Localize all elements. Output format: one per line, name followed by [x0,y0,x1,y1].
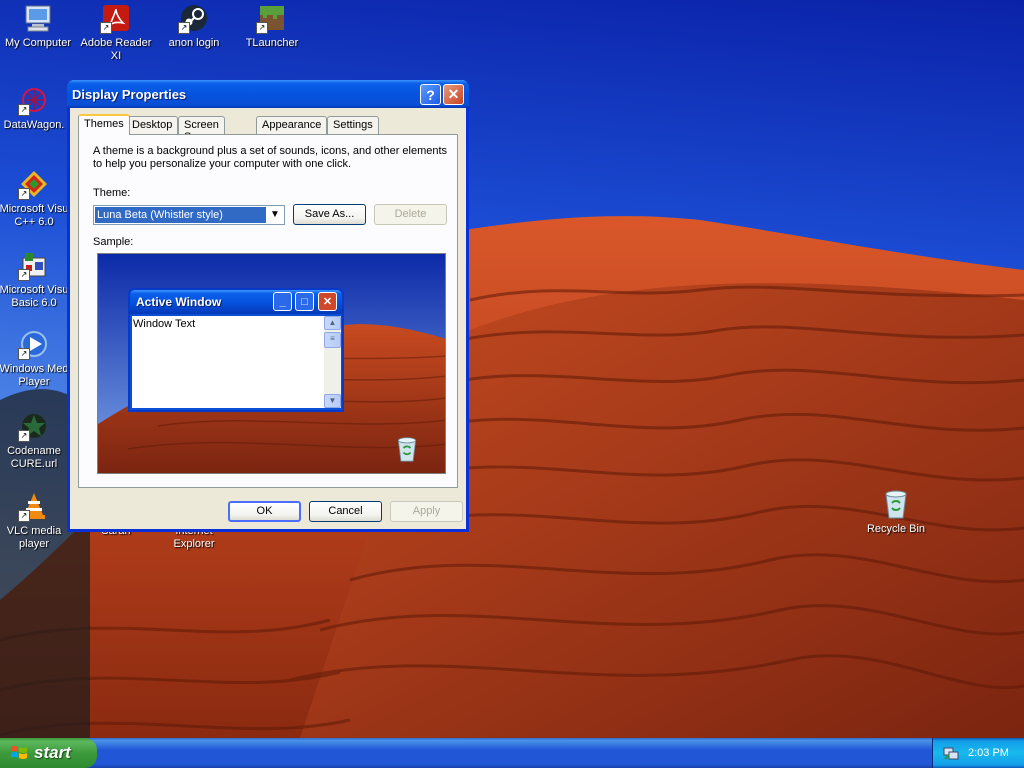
sample-window-body: Window Text [132,316,324,408]
theme-sample-preview: Active Window _ □ ✕ Window Text ▲ ≡ ▼ [97,253,446,474]
desktop-icon-label: DataWagon. [3,119,65,131]
display-properties-dialog: Display Properties ? ✕ Themes Desktop Sc… [67,80,469,532]
start-label: start [34,743,71,762]
ok-button[interactable]: OK [228,501,301,522]
scroll-up-icon: ▲ [324,316,341,330]
sample-window-title: Active Window [136,295,222,309]
theme-select-value: Luna Beta (Whistler style) [95,207,266,223]
tab-desktop[interactable]: Desktop [126,116,179,134]
desktop-icon-tlauncher[interactable]: ↗ TLauncher [234,2,310,50]
help-button[interactable]: ? [420,84,441,105]
desktop-icon-vlc[interactable]: ↗ VLC media player [0,490,72,551]
media-player-icon: ↗ [18,328,50,360]
apply-button[interactable]: Apply [390,501,463,522]
desktop-icon-label: Microsoft Visu Basic 6.0 [0,284,69,309]
chevron-down-icon[interactable]: ▼ [267,207,283,223]
desktop-icon-label: Microsoft Visu C++ 6.0 [0,203,69,228]
tab-appearance[interactable]: Appearance [256,116,328,134]
desktop-icon-my-computer[interactable]: My Computer [0,2,76,50]
desktop-icon-label: Recycle Bin [866,523,926,535]
desktop-icon-anon-login[interactable]: ↗ anon login [156,2,232,50]
start-button[interactable]: start [0,738,97,768]
close-button[interactable]: ✕ [443,84,464,105]
clock[interactable]: 2:03 PM [968,747,1009,759]
close-icon: ✕ [318,292,337,311]
taskbar: start 2:03 PM [0,738,1024,768]
dialog-titlebar[interactable]: Display Properties ? ✕ [67,80,469,108]
tab-settings[interactable]: Settings [327,116,379,134]
dialog-title: Display Properties [72,87,187,102]
close-icon: ✕ [447,86,460,102]
desktop-icon-label: My Computer [4,37,72,49]
sample-scrollbar: ▲ ≡ ▼ [324,316,341,408]
desktop-icon-codename-cure[interactable]: ↗ Codename CURE.url [0,410,72,471]
codename-cure-icon: ↗ [18,410,50,442]
desktop-icon-label: Windows Med Player [0,363,69,388]
theme-label: Theme: [93,187,131,199]
delete-button[interactable]: Delete [374,204,447,225]
tab-screen-saver[interactable]: Screen Saver [178,116,225,143]
windows-flag-icon [11,746,27,759]
sample-label: Sample: [93,236,134,248]
sample-window-titlebar: Active Window _ □ ✕ [130,290,342,314]
scroll-thumb: ≡ [324,332,341,348]
save-as-button[interactable]: Save As... [293,204,366,225]
visual-cpp-icon: ↗ [18,168,50,200]
theme-select[interactable]: Luna Beta (Whistler style) ▼ [93,205,285,225]
desktop-icon-windows-media-player[interactable]: ↗ Windows Med Player [0,328,72,389]
maximize-icon: □ [295,292,314,311]
themes-tab-panel: A theme is a background plus a set of so… [78,134,458,488]
desktop-icon-label: TLauncher [245,37,299,49]
vlc-cone-icon: ↗ [18,490,50,522]
sample-active-window: Active Window _ □ ✕ Window Text ▲ ≡ ▼ [128,288,344,412]
steam-icon: ↗ [178,2,210,34]
network-icon[interactable] [943,745,959,764]
desktop-icon-visual-cpp[interactable]: ↗ Microsoft Visu C++ 6.0 [0,168,72,229]
desktop-icon-adobe-reader[interactable]: ↗ Adobe Reader XI [78,2,154,63]
adobe-reader-icon: ↗ [100,2,132,34]
computer-icon [22,2,54,34]
help-icon: ? [426,86,435,103]
recycle-bin-icon [394,434,420,467]
tab-themes[interactable]: Themes [78,114,130,135]
recycle-bin-icon [880,488,912,520]
desktop-icon-label: VLC media player [6,525,62,550]
cancel-button[interactable]: Cancel [309,501,382,522]
scroll-down-icon: ▼ [324,394,341,408]
datawagon-icon: ↗ [18,84,50,116]
desktop-icon-recycle-bin[interactable]: Recycle Bin [858,488,934,536]
desktop-icon-label: Adobe Reader XI [80,37,152,62]
visual-basic-icon: ↗ [18,249,50,281]
desktop-icon-visual-basic[interactable]: ↗ Microsoft Visu Basic 6.0 [0,249,72,310]
system-tray: 2:03 PM [932,738,1024,768]
desktop-icon-datawagon[interactable]: ↗ DataWagon. [0,84,72,132]
minimize-icon: _ [273,292,292,311]
sample-window-text: Window Text [133,318,196,330]
desktop-icon-label: anon login [168,37,220,49]
minecraft-block-icon: ↗ [256,2,288,34]
desktop-icon-label: Codename CURE.url [7,445,61,470]
themes-description: A theme is a background plus a set of so… [93,145,448,170]
